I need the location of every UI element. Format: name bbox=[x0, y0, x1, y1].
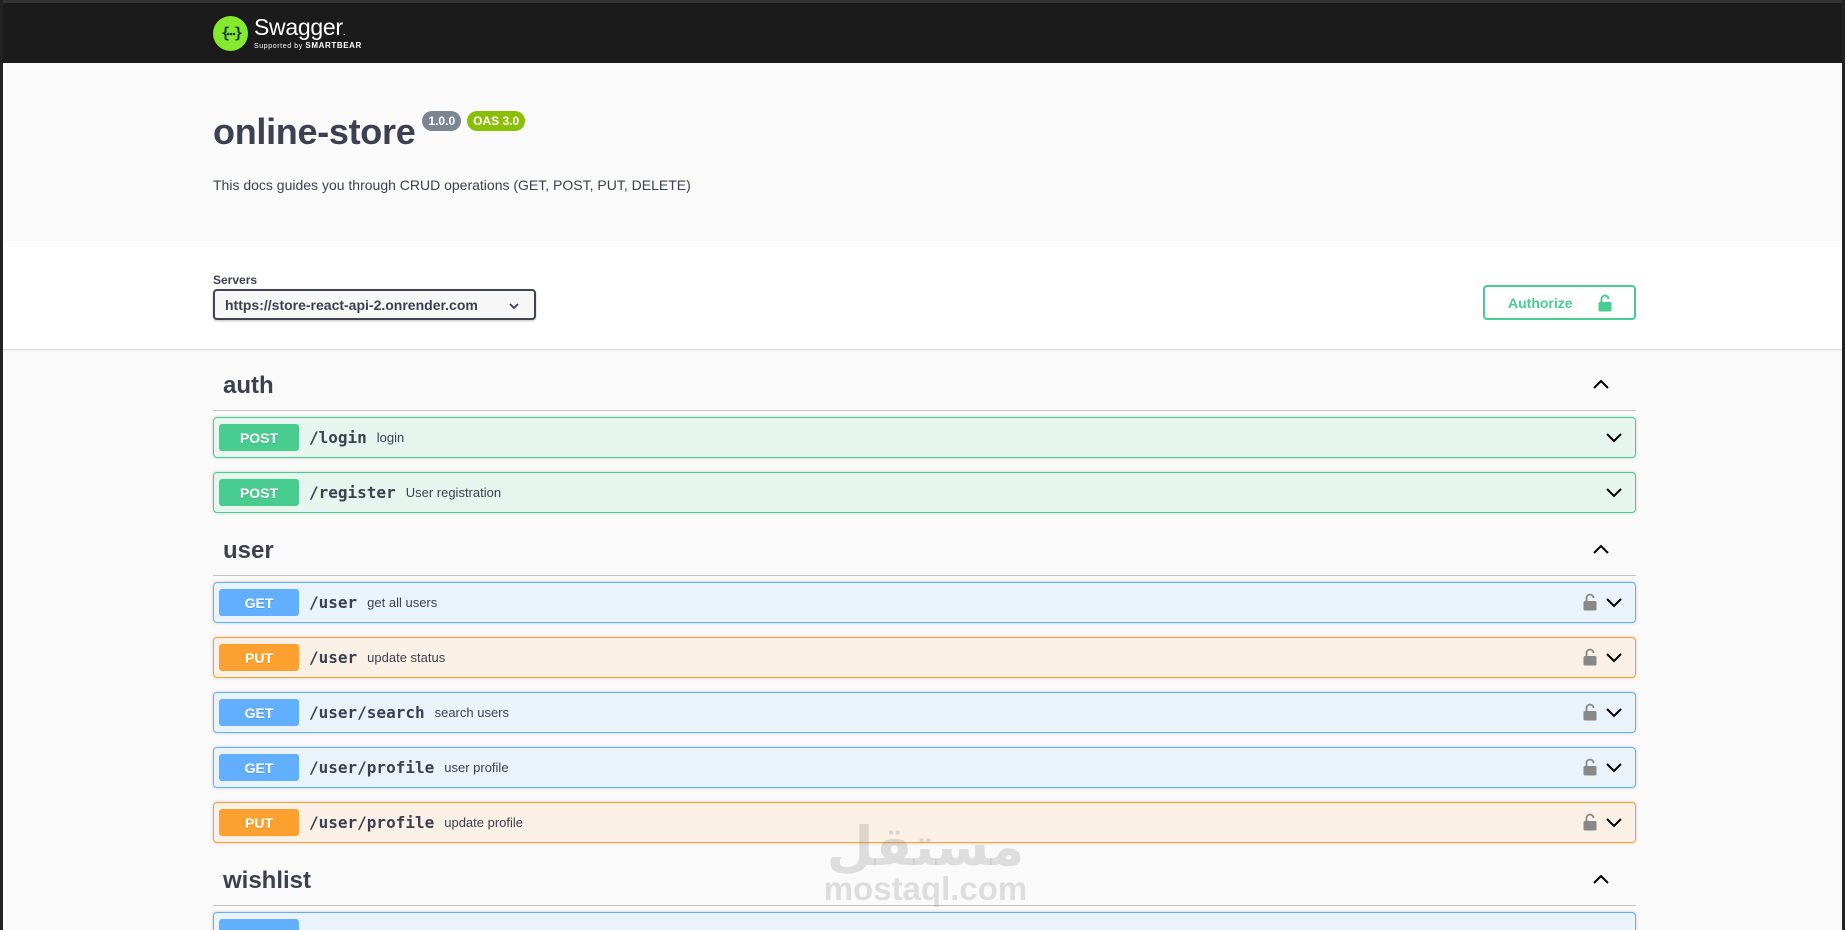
lock-icon[interactable] bbox=[1583, 813, 1597, 836]
opblock-get-wishlist-partial[interactable] bbox=[213, 912, 1636, 930]
unlock-icon bbox=[1598, 294, 1612, 315]
swagger-logo-link[interactable]: { } Swagger. Supported by SMARTBEAR bbox=[213, 14, 362, 51]
method-badge: POST bbox=[219, 424, 299, 451]
opblock-post-login[interactable]: POST /login login bbox=[213, 417, 1636, 458]
servers-select[interactable]: https://store-react-api-2.onrender.com bbox=[213, 289, 536, 320]
lock-icon[interactable] bbox=[1583, 758, 1597, 781]
operation-summary: login bbox=[376, 430, 405, 445]
chevron-up-icon[interactable] bbox=[1592, 377, 1610, 395]
browser-frame: { } Swagger. Supported by SMARTBEAR onli… bbox=[0, 0, 1845, 930]
servers-container: Servers https://store-react-api-2.onrend… bbox=[3, 241, 1842, 349]
operation-path: /register bbox=[309, 483, 396, 502]
chevron-up-icon[interactable] bbox=[1592, 872, 1610, 890]
operation-path: /user/profile bbox=[309, 758, 435, 777]
tag-header-auth[interactable]: auth bbox=[213, 361, 1636, 411]
servers-label: Servers bbox=[213, 273, 258, 287]
servers-selected-value: https://store-react-api-2.onrender.com bbox=[225, 296, 478, 313]
tag-name: auth bbox=[223, 371, 274, 399]
chevron-up-icon[interactable] bbox=[1592, 542, 1610, 560]
method-badge bbox=[219, 919, 299, 930]
opblock-get-user-search[interactable]: GET /user/search search users bbox=[213, 692, 1636, 733]
api-description: This docs guides you through CRUD operat… bbox=[213, 177, 691, 193]
method-badge: GET bbox=[219, 699, 299, 726]
chevron-down-icon[interactable] bbox=[1605, 816, 1623, 834]
supported-by-text: Supported by bbox=[254, 43, 303, 50]
svg-text:}: } bbox=[234, 24, 242, 42]
oas-badge: OAS 3.0 bbox=[467, 111, 526, 131]
version-badge: 1.0.0 bbox=[422, 111, 462, 131]
chevron-down-icon[interactable] bbox=[1605, 431, 1623, 449]
smartbear-text: SMARTBEAR bbox=[305, 41, 362, 50]
chevron-down-icon[interactable] bbox=[1605, 706, 1623, 724]
tag-header-user[interactable]: user bbox=[213, 526, 1636, 576]
opblock-get-user[interactable]: GET /user get all users bbox=[213, 582, 1636, 623]
operation-summary: User registration bbox=[405, 485, 502, 500]
tag-header-wishlist[interactable]: wishlist bbox=[213, 856, 1636, 906]
topbar: { } Swagger. Supported by SMARTBEAR bbox=[3, 0, 1842, 63]
lock-icon[interactable] bbox=[1583, 648, 1597, 671]
opblock-put-user-profile[interactable]: PUT /user/profile update profile bbox=[213, 802, 1636, 843]
operation-path: /user bbox=[309, 648, 358, 667]
tag-name: wishlist bbox=[223, 866, 312, 894]
opblock-post-register[interactable]: POST /register User registration bbox=[213, 472, 1636, 513]
method-badge: GET bbox=[219, 589, 299, 616]
operation-summary: user profile bbox=[444, 760, 509, 775]
brand-tm: . bbox=[342, 27, 346, 38]
lock-icon[interactable] bbox=[1583, 593, 1597, 616]
tag-name: user bbox=[223, 536, 274, 564]
chevron-down-icon[interactable] bbox=[1605, 761, 1623, 779]
chevron-down-icon[interactable] bbox=[1605, 651, 1623, 669]
operation-path: /login bbox=[309, 428, 367, 447]
operation-summary: update status bbox=[367, 650, 446, 665]
chevron-down-icon[interactable] bbox=[1605, 596, 1623, 614]
opblock-get-user-profile[interactable]: GET /user/profile user profile bbox=[213, 747, 1636, 788]
operation-summary: search users bbox=[434, 705, 510, 720]
authorize-label: Authorize bbox=[1508, 294, 1573, 311]
info-section: online-store 1.0.0 OAS 3.0 This docs gui… bbox=[3, 63, 1842, 241]
operation-path: /user/profile bbox=[309, 813, 435, 832]
operation-path: /user/search bbox=[309, 703, 425, 722]
method-badge: PUT bbox=[219, 644, 299, 671]
operation-summary: update profile bbox=[444, 815, 524, 830]
opblock-put-user[interactable]: PUT /user update status bbox=[213, 637, 1636, 678]
swagger-braces-icon: { } bbox=[213, 15, 248, 51]
operation-summary: get all users bbox=[367, 595, 438, 610]
operation-path: /user bbox=[309, 593, 358, 612]
chevron-down-icon[interactable] bbox=[1605, 486, 1623, 504]
method-badge: PUT bbox=[219, 809, 299, 836]
chevron-down-icon bbox=[508, 299, 520, 315]
method-badge: POST bbox=[219, 479, 299, 506]
page-title: online-store bbox=[213, 111, 416, 152]
authorize-button[interactable]: Authorize bbox=[1483, 285, 1636, 320]
method-badge: GET bbox=[219, 754, 299, 781]
lock-icon[interactable] bbox=[1583, 703, 1597, 726]
brand-name: Swagger bbox=[254, 14, 343, 40]
